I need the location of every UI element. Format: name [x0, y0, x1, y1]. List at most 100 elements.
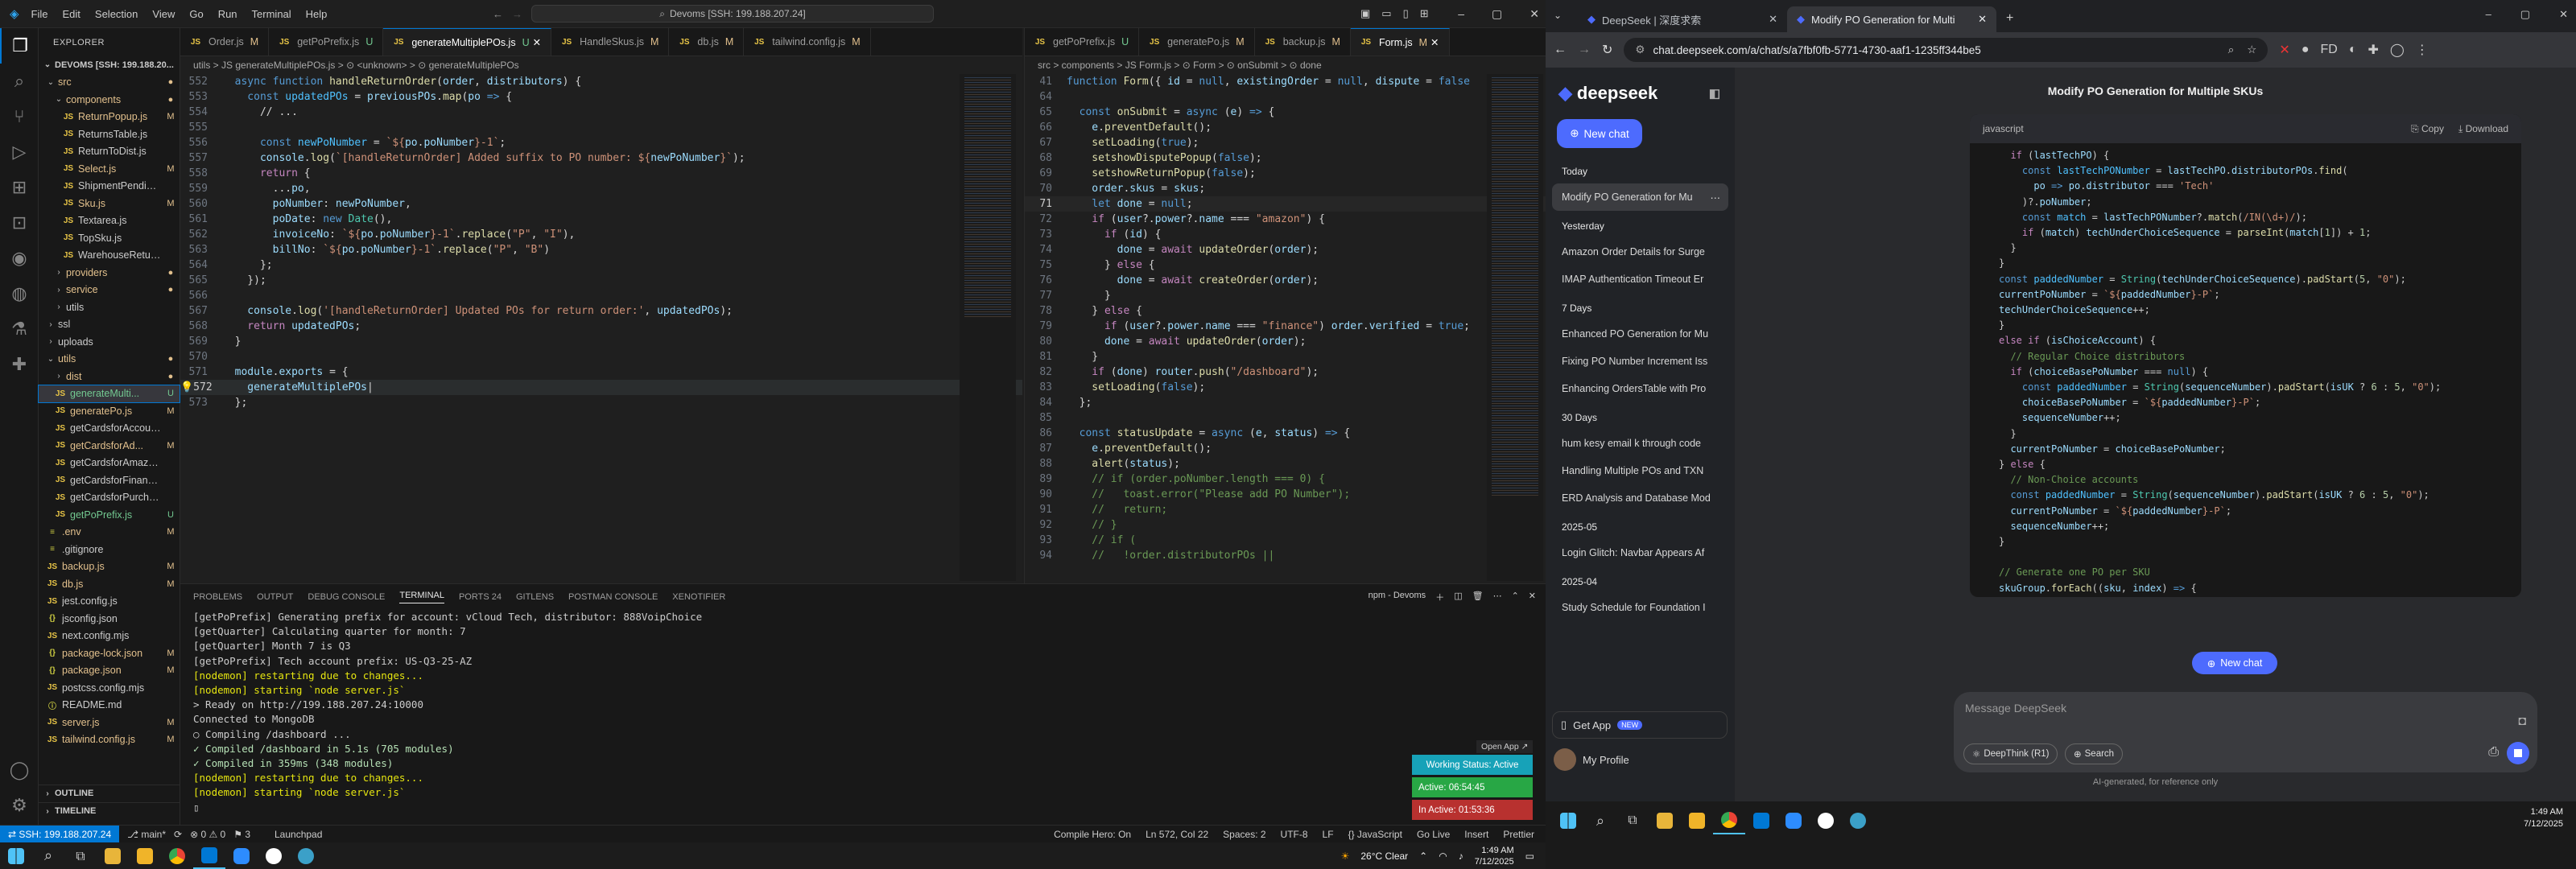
clock[interactable]: 1:49 AM 7/12/2025	[2524, 806, 2563, 830]
history-item[interactable]: Login Glitch: Navbar Appears Af	[1546, 539, 1735, 566]
menu-go[interactable]: Go	[182, 8, 210, 20]
new-tab-icon[interactable]: +	[2006, 11, 2013, 26]
end-of-line[interactable]: LF	[1323, 829, 1334, 840]
file-item[interactable]: JS ReturnToDist.js	[39, 143, 180, 161]
file-item[interactable]: JS getCardsforAd... M	[39, 437, 180, 455]
panel-tab-xenotifier[interactable]: XENOTIFIER	[672, 592, 725, 602]
file-item[interactable]: JS getCardsforPurchasi...	[39, 489, 180, 507]
nav-back-icon[interactable]: ←	[493, 8, 503, 20]
remote-indicator[interactable]: ⇄ SSH: 199.188.207.24	[0, 825, 120, 843]
menu-run[interactable]: Run	[211, 8, 245, 20]
attach-icon[interactable]: ⎙	[2488, 745, 2499, 760]
task-view-icon[interactable]: ⧉	[64, 842, 97, 869]
terminal-shell-label[interactable]: npm - Devoms	[1368, 591, 1426, 603]
close-icon[interactable]: ✕	[2559, 8, 2568, 21]
wifi-icon[interactable]: ◠	[1439, 850, 1447, 862]
gitlens-icon[interactable]: ◉	[0, 241, 39, 276]
menu-help[interactable]: Help	[299, 8, 335, 20]
panel-tab-output[interactable]: OUTPUT	[257, 592, 293, 602]
message-input[interactable]: Message DeepSeek	[1965, 702, 2066, 715]
extension-icon[interactable]: ◐	[2349, 43, 2357, 57]
chrome-icon[interactable]	[1713, 808, 1745, 834]
history-item[interactable]: Fixing PO Number Increment Iss	[1546, 348, 1735, 375]
search-icon[interactable]: ⌕	[32, 842, 64, 869]
close-tab-icon[interactable]: ✕	[1978, 13, 1987, 26]
kill-terminal-icon[interactable]: 🗑	[1472, 591, 1484, 603]
browser-tab[interactable]: ◆ DeepSeek | 深度求索 ✕	[1578, 6, 1787, 32]
file-item[interactable]: JS db.js M	[39, 575, 180, 593]
history-item[interactable]: Enhanced PO Generation for Mu	[1546, 320, 1735, 348]
minimap-left[interactable]	[960, 74, 1016, 581]
go-live-button[interactable]: Go Live	[1417, 829, 1450, 840]
minimap-right[interactable]	[1487, 74, 1543, 581]
panel-tab-problems[interactable]: PROBLEMS	[193, 592, 242, 602]
download-button[interactable]: ⤓ Download	[2458, 123, 2508, 135]
search-icon[interactable]: ⌕	[1584, 808, 1616, 834]
app-icon[interactable]	[290, 842, 322, 869]
file-item[interactable]: JS server.js M	[39, 714, 180, 731]
weather-label[interactable]: 26°C Clear	[1360, 850, 1408, 862]
nav-forward-icon[interactable]: →	[512, 8, 522, 20]
testing-icon[interactable]: ⚗	[0, 311, 39, 347]
editor-tab[interactable]: JS Form.js M ✕	[1350, 28, 1450, 56]
store-icon[interactable]	[129, 842, 161, 869]
back-icon[interactable]: ←	[1554, 43, 1567, 57]
deepseek-logo[interactable]: ◆ deepseek ◧	[1546, 68, 1735, 119]
explorer-icon[interactable]: ❐	[0, 28, 39, 64]
prettier-status[interactable]: Prettier	[1503, 829, 1534, 840]
editor-tab[interactable]: JS Order.js M	[180, 28, 270, 56]
copy-button[interactable]: ⎘ Copy	[2411, 123, 2444, 135]
history-item[interactable]: Study Schedule for Foundation I	[1546, 594, 1735, 621]
folder-item[interactable]: › service ●	[39, 282, 180, 299]
branch-indicator[interactable]: ⎇ main*	[127, 829, 166, 840]
file-item[interactable]: {} package-lock.json M	[39, 645, 180, 662]
close-icon[interactable]: ✕	[1530, 7, 1539, 21]
code-editor-left[interactable]: 552 async function handleReturnOrder(ord…	[180, 74, 1022, 410]
folder-item[interactable]: ⌄ src ●	[39, 74, 180, 92]
zoom-icon[interactable]	[225, 842, 258, 869]
account-icon[interactable]: ◯	[0, 752, 39, 788]
menu-selection[interactable]: Selection	[88, 8, 145, 20]
reload-icon[interactable]: ↻	[1602, 42, 1612, 58]
puzzle-icon[interactable]: ✚	[0, 347, 39, 382]
task-view-icon[interactable]: ⧉	[1616, 808, 1649, 834]
app-icon[interactable]	[258, 842, 290, 869]
ports-indicator[interactable]: ⚑ 3	[233, 829, 250, 840]
close-tab-icon[interactable]: ✕	[533, 36, 541, 48]
more-options-icon[interactable]: ⋯	[1711, 192, 1721, 204]
close-panel-icon[interactable]: ✕	[1529, 591, 1536, 603]
extension-icon[interactable]: ✕	[2279, 42, 2289, 58]
outline-section[interactable]: › OUTLINE	[39, 785, 180, 802]
menu-view[interactable]: View	[145, 8, 182, 20]
profile-icon[interactable]: ◯	[2390, 42, 2405, 58]
file-item[interactable]: JS WarehouseReturn.js	[39, 247, 180, 265]
close-tab-icon[interactable]: ✕	[1769, 13, 1777, 26]
get-app-button[interactable]: ▯ Get App NEW	[1552, 711, 1728, 739]
file-item[interactable]: JS Sku.js M	[39, 195, 180, 212]
volume-icon[interactable]: ♪	[1459, 850, 1463, 862]
send-button[interactable]	[2507, 742, 2529, 764]
editor-tab[interactable]: JS db.js M	[669, 28, 745, 56]
file-item[interactable]: JS Textarea.js	[39, 212, 180, 230]
terminal-output[interactable]: [getPoPrefix] Generating prefix for acco…	[180, 610, 1546, 815]
history-item[interactable]: Enhancing OrdersTable with Pro	[1546, 375, 1735, 402]
history-item[interactable]: Modify PO Generation for Mu ⋯	[1552, 183, 1728, 211]
maximize-icon[interactable]: ▢	[1492, 7, 1502, 21]
workspace-root[interactable]: ⌄ DEVOMS [SSH: 199.188.20...	[39, 56, 180, 74]
extensions-puzzle-icon[interactable]: ✚	[2368, 42, 2378, 58]
notification-icon[interactable]: ▭	[1525, 850, 1534, 862]
windows-start-icon[interactable]	[1552, 808, 1584, 834]
layout-toggle-icon[interactable]: ▣	[1360, 7, 1370, 20]
file-item[interactable]: JS next.config.mjs	[39, 628, 180, 645]
minimize-icon[interactable]: –	[1458, 7, 1464, 21]
file-item[interactable]: JS getCardsforAccount.js	[39, 420, 180, 438]
open-app-link[interactable]: Open App ↗	[1476, 740, 1534, 753]
file-explorer-icon[interactable]	[1649, 808, 1681, 834]
run-debug-icon[interactable]: ▷	[0, 134, 39, 170]
maximize-panel-icon[interactable]: ⌃	[1512, 591, 1519, 603]
history-item[interactable]: IMAP Authentication Timeout Er	[1546, 266, 1735, 293]
add-terminal-icon[interactable]: ＋	[1435, 591, 1444, 603]
file-item[interactable]: {} package.json M	[39, 662, 180, 680]
site-info-icon[interactable]: ⚙	[1635, 43, 1645, 56]
new-chat-button[interactable]: ⊕ New chat	[1557, 119, 1642, 148]
